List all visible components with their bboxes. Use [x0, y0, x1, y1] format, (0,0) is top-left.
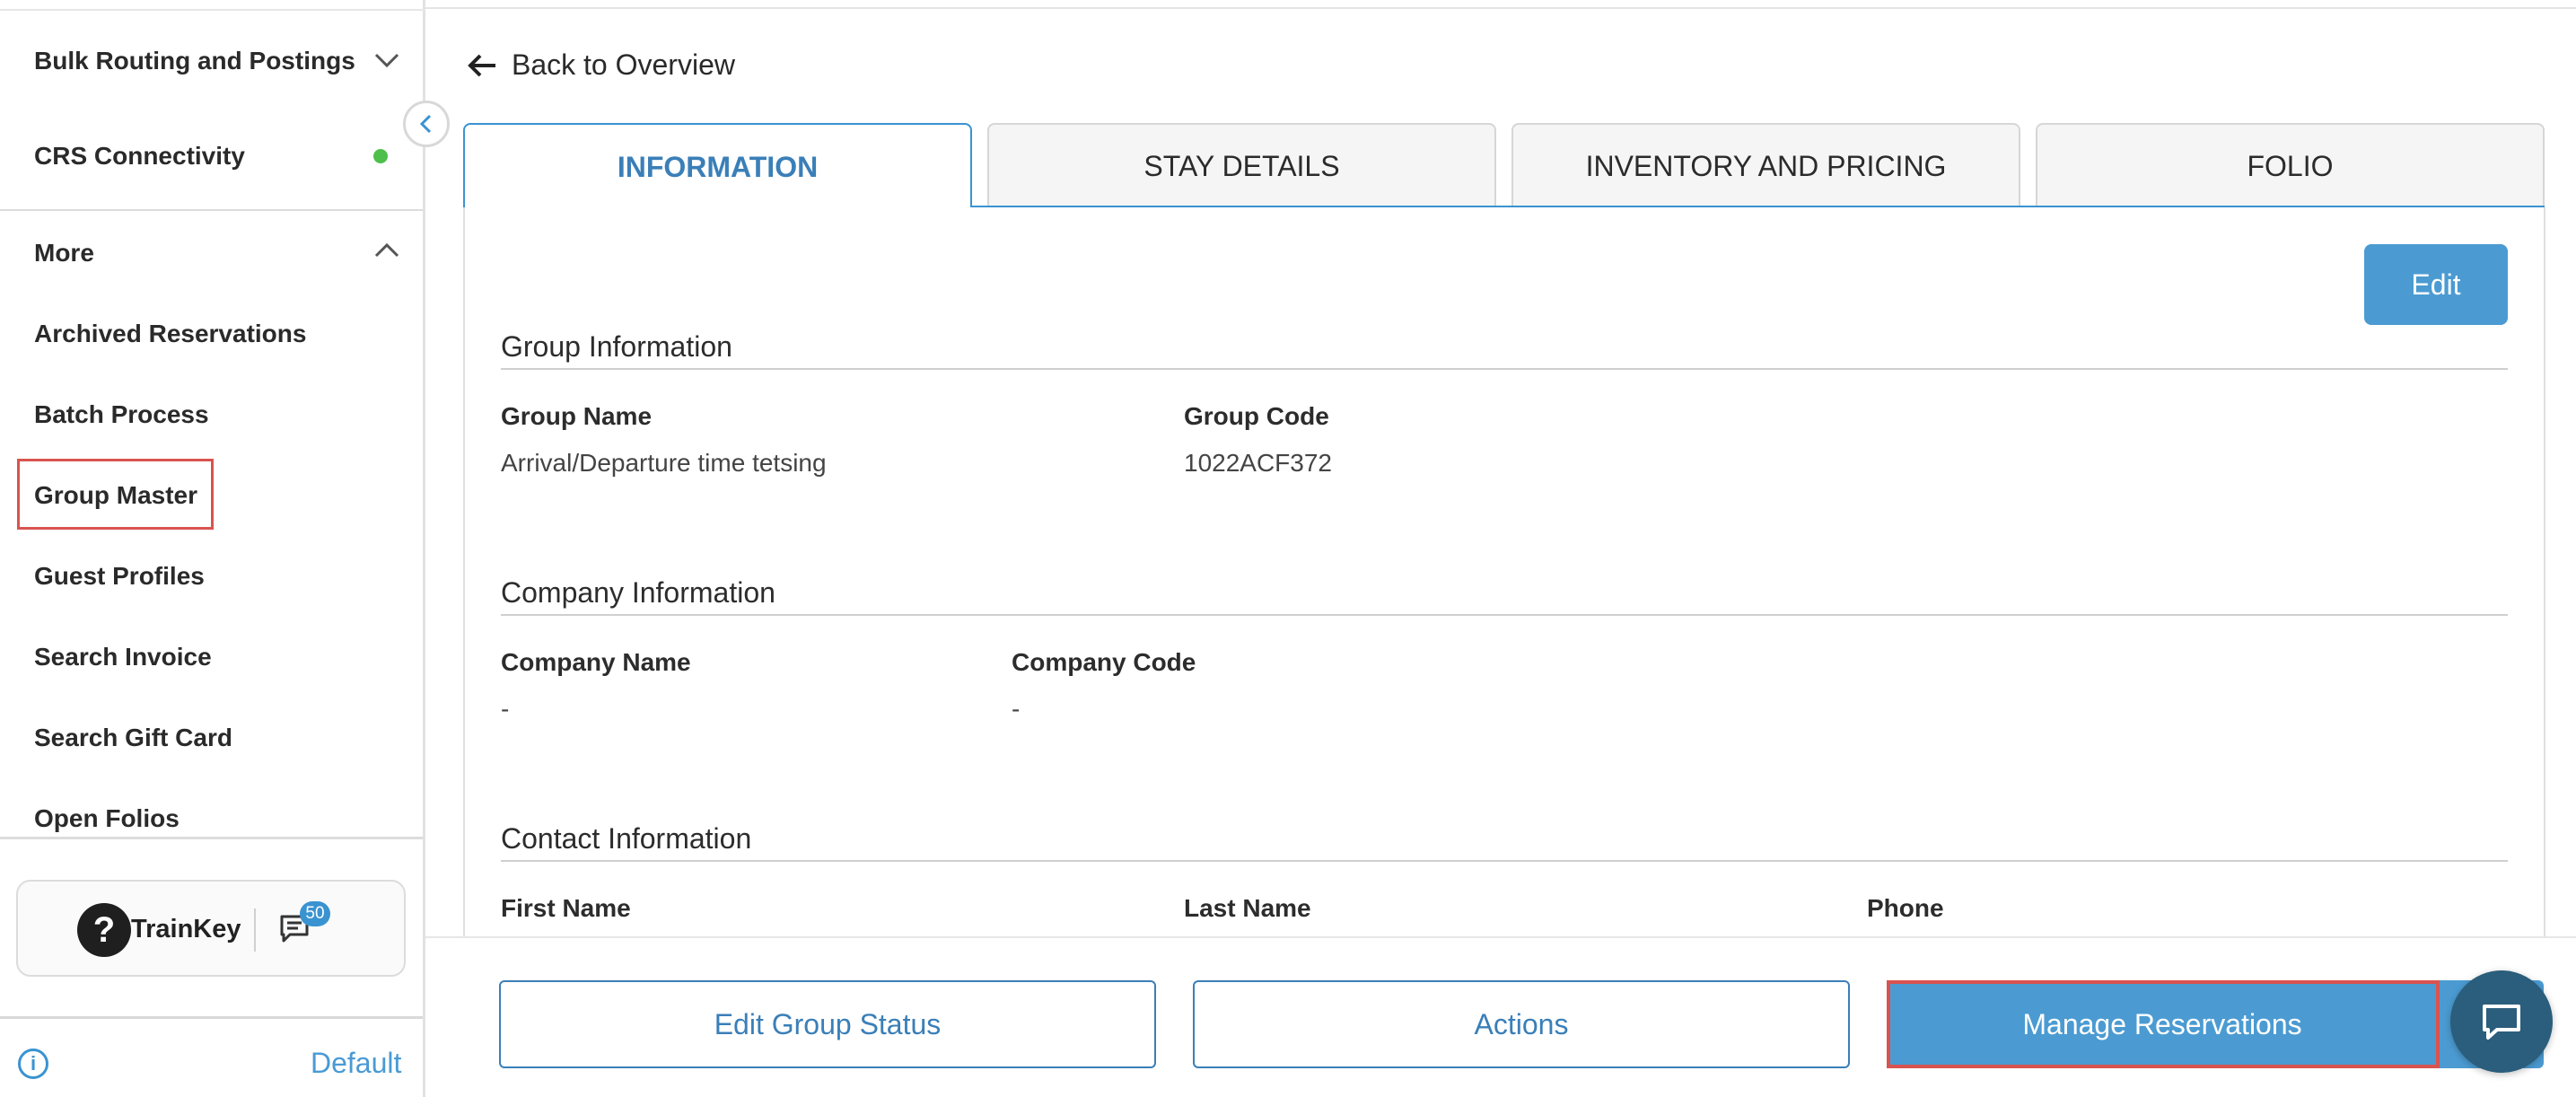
trainkey-label[interactable]: TrainKey — [131, 915, 241, 944]
first-name-label: First Name — [501, 894, 631, 922]
sidebar-item-bulk-routing[interactable]: Bulk Routing and Postings — [34, 47, 355, 75]
group-code-value: 1022ACF372 — [1184, 449, 1333, 477]
back-link-label: Back to Overview — [512, 48, 735, 81]
chevron-up-icon[interactable] — [372, 235, 402, 266]
group-name-label: Group Name — [501, 402, 653, 430]
group-name-value: Arrival/Departure time tetsing — [501, 449, 827, 477]
sidebar-item-more[interactable]: More — [34, 239, 94, 268]
section-divider — [501, 614, 2508, 616]
arrow-left-icon — [468, 54, 495, 76]
company-code-value: - — [1012, 695, 1021, 723]
company-name-label: Company Name — [501, 648, 691, 676]
chevron-down-icon[interactable] — [372, 45, 402, 75]
sidebar-item-search-gift-card[interactable]: Search Gift Card — [34, 724, 232, 752]
chat-icon — [2483, 1005, 2520, 1040]
sidebar-item-open-folios[interactable]: Open Folios — [34, 804, 180, 833]
main-top-rule — [425, 0, 2576, 9]
actions-button[interactable]: Actions — [1193, 980, 1850, 1068]
card-divider — [254, 908, 256, 952]
last-name-label: Last Name — [1184, 894, 1311, 922]
default-property-link[interactable]: Default — [311, 1047, 401, 1080]
company-code-label: Company Code — [1012, 648, 1196, 676]
tab-folio[interactable]: FOLIO — [2036, 123, 2545, 207]
chevron-left-icon — [419, 114, 432, 134]
sidebar-item-batch-process[interactable]: Batch Process — [34, 400, 209, 429]
company-information-title: Company Information — [501, 576, 775, 609]
back-to-overview-link[interactable]: Back to Overview — [467, 48, 735, 82]
tab-inventory-and-pricing[interactable]: INVENTORY AND PRICING — [1511, 123, 2020, 207]
sidebar-item-archived-reservations[interactable]: Archived Reservations — [34, 320, 306, 348]
collapse-sidebar-button[interactable] — [403, 101, 450, 147]
sidebar-divider — [0, 837, 423, 839]
sidebar-item-search-invoice[interactable]: Search Invoice — [34, 643, 212, 671]
sidebar: Bulk Routing and Postings CRS Connectivi… — [0, 0, 425, 1097]
sidebar-item-group-master[interactable]: Group Master — [34, 481, 197, 510]
sidebar-divider — [0, 209, 423, 211]
section-divider — [501, 860, 2508, 862]
tab-stay-details[interactable]: STAY DETAILS — [987, 123, 1496, 207]
message-count-badge: 50 — [300, 901, 330, 926]
section-divider — [501, 368, 2508, 370]
manage-reservations-button[interactable]: Manage Reservations — [1888, 980, 2544, 1068]
sidebar-top-rule — [0, 0, 425, 11]
trainkey-card: ? TrainKey 50 — [16, 880, 406, 977]
sidebar-footer-rule — [0, 1016, 423, 1019]
edit-group-status-button[interactable]: Edit Group Status — [499, 980, 1156, 1068]
information-panel — [463, 207, 2545, 936]
info-icon[interactable]: i — [18, 1049, 48, 1079]
edit-button[interactable]: Edit — [2364, 244, 2508, 325]
group-code-label: Group Code — [1184, 402, 1329, 430]
contact-information-title: Contact Information — [501, 822, 752, 855]
group-information-title: Group Information — [501, 330, 732, 363]
connection-status-dot — [373, 149, 388, 163]
sidebar-item-crs-connectivity[interactable]: CRS Connectivity — [34, 142, 245, 171]
phone-label: Phone — [1867, 894, 1944, 922]
chat-button[interactable] — [2450, 970, 2553, 1073]
sidebar-item-guest-profiles[interactable]: Guest Profiles — [34, 562, 205, 591]
help-icon[interactable]: ? — [77, 903, 131, 957]
company-name-value: - — [501, 695, 510, 723]
tab-information[interactable]: INFORMATION — [463, 123, 972, 209]
